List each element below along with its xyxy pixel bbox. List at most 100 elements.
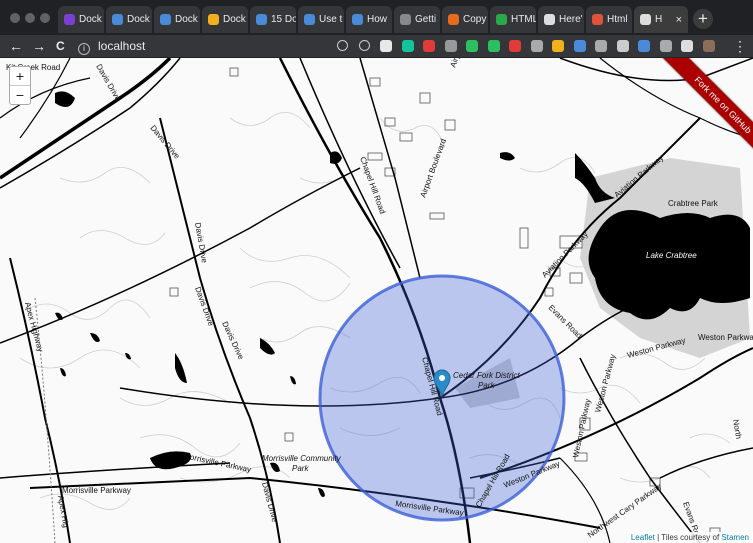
browser-tab[interactable]: Getti — [394, 6, 440, 33]
map-attribution: Leaflet | Tiles courtesy of Stamen — [626, 532, 753, 543]
tab-label: Dock — [127, 14, 150, 25]
globe-icon — [112, 14, 123, 25]
label-crabtree-park: Crabtree Park — [668, 199, 719, 208]
label-lake-crabtree: Lake Crabtree — [646, 251, 697, 260]
label-morrisville-parkway-2: Morrisville Parkway — [183, 451, 252, 474]
badge-icon[interactable] — [487, 40, 500, 52]
label-morrisville-community-park: Park — [292, 464, 309, 473]
label-cedar-fork-park: Park — [478, 381, 495, 390]
infinity-icon — [592, 14, 603, 25]
globe-icon — [304, 14, 315, 25]
label-weston-parkway-4: Weston Parkway — [571, 398, 592, 458]
browser-tab[interactable]: Dock — [202, 6, 248, 33]
label-northwest-cary-parkway: Northwest Cary Parkway — [586, 482, 663, 540]
spinner-icon — [352, 14, 363, 25]
label-evans-road-1: Evans Road — [547, 303, 584, 340]
label-apex-highway-2: Apex Hig — [56, 495, 71, 529]
zoom-in-button[interactable]: + — [10, 67, 30, 85]
label-morrisville-community: Morrisville Community — [262, 454, 342, 463]
grammarly-icon[interactable] — [401, 40, 414, 52]
evernote-icon[interactable] — [466, 40, 478, 52]
document-icon — [256, 14, 267, 25]
maximize-window-button[interactable] — [40, 13, 50, 23]
palette-icon[interactable] — [573, 40, 586, 52]
gear-icon[interactable] — [530, 40, 543, 52]
label-airport-boulevard: Airport Boulevard — [418, 138, 448, 199]
browser-tab-strip: Dock Dock Dock Dock 15 Do Use t How Getti Copy HT… — [0, 0, 753, 35]
chat-icon[interactable] — [681, 40, 693, 52]
close-window-button[interactable] — [10, 13, 20, 23]
code-icon — [496, 14, 507, 25]
tab-label: HTML — [511, 14, 536, 25]
wappalyzer-icon[interactable] — [595, 40, 607, 52]
avatar-icon[interactable] — [702, 40, 715, 52]
tab-label: Dock — [175, 14, 198, 25]
label-cedar-fork-district: Cedar Fork District — [453, 371, 520, 380]
label-weston-parkway-2: Weston Parkway — [698, 333, 753, 342]
browser-menu-button[interactable]: ⋮ — [733, 37, 747, 55]
stack-icon[interactable] — [509, 40, 521, 52]
label-davis-drive-6: Davis Drive — [94, 63, 123, 103]
leaflet-link[interactable]: Leaflet — [631, 533, 655, 542]
zoom-control: + − — [9, 66, 31, 105]
info-icon[interactable] — [444, 40, 457, 52]
tab-label: Getti — [415, 14, 437, 25]
browser-tab[interactable]: Dock — [154, 6, 200, 33]
map-container[interactable]: Kit Creek Road Davis Drive Davis Drive D… — [0, 58, 753, 543]
site-info-icon[interactable]: i — [78, 43, 90, 55]
stamen-link[interactable]: Stamen — [721, 533, 749, 542]
address-text: localhost — [98, 39, 146, 53]
back-button[interactable]: ← — [9, 37, 23, 55]
browser-tab[interactable]: Here' — [538, 6, 584, 33]
gmail-icon[interactable] — [638, 40, 650, 52]
browser-tab[interactable]: 15 Do — [250, 6, 296, 33]
tab-label: H — [655, 14, 663, 25]
flame-icon — [448, 14, 459, 25]
label-chapel-hill-road-1: Chapel Hill Road — [358, 156, 387, 215]
browser-tab[interactable]: Html — [586, 6, 632, 33]
browser-tab[interactable]: Copy — [442, 6, 488, 33]
browser-tab[interactable]: Dock — [106, 6, 152, 33]
red-circle-icon[interactable] — [423, 40, 435, 52]
label-davis-drive-5: Davis Drive — [260, 481, 279, 523]
download-icon[interactable] — [616, 40, 629, 52]
sync-icon — [208, 14, 219, 25]
tab-label: Dock — [79, 14, 102, 25]
label-davis-drive-1: Davis Drive — [148, 124, 182, 162]
tab-label: Copy — [463, 14, 487, 25]
browser-tab[interactable]: Dock — [58, 6, 104, 33]
tab-label: Html — [607, 14, 628, 25]
target-icon[interactable] — [337, 40, 348, 51]
close-tab-icon[interactable]: × — [676, 14, 682, 26]
webflow-w-icon — [64, 14, 75, 25]
forward-button[interactable]: → — [32, 37, 46, 55]
browser-tab[interactable]: HTML — [490, 6, 536, 33]
label-morrisville-parkway-1: Morrisville Parkway — [62, 486, 131, 495]
circle-icon — [400, 14, 411, 25]
tab-label: 15 Do — [271, 14, 296, 25]
radius-circle[interactable] — [318, 274, 566, 522]
globe-icon — [544, 14, 555, 25]
browser-tab[interactable]: How — [346, 6, 392, 33]
attribution-text: | Tiles courtesy of — [654, 533, 722, 542]
record-icon[interactable] — [380, 40, 392, 52]
browser-toolbar: ← → C i localhost ⋮ — [0, 35, 753, 58]
zoom-out-button[interactable]: − — [10, 85, 30, 104]
minimize-window-button[interactable] — [25, 13, 35, 23]
tab-label: Dock — [223, 14, 246, 25]
browser-tab[interactable]: Use t — [298, 6, 344, 33]
globe-icon — [640, 14, 651, 25]
tab-label: Use t — [319, 14, 343, 25]
label-davis-drive-3: Davis Drive — [193, 286, 216, 328]
star-icon[interactable] — [358, 40, 370, 51]
globe-icon — [160, 14, 171, 25]
screenshot-icon[interactable] — [659, 40, 672, 52]
color-icon[interactable] — [552, 40, 564, 52]
fork-me-on-github-ribbon[interactable]: Fork me on GitHub — [660, 58, 753, 168]
tab-label: How — [367, 14, 388, 25]
label-north: North — [731, 419, 743, 440]
label-airport-boulevard-2: Airport Boulevard — [448, 58, 478, 69]
browser-tab[interactable]: H × — [634, 6, 688, 33]
new-tab-button[interactable]: + — [693, 9, 713, 29]
reload-button[interactable]: C — [56, 37, 65, 55]
